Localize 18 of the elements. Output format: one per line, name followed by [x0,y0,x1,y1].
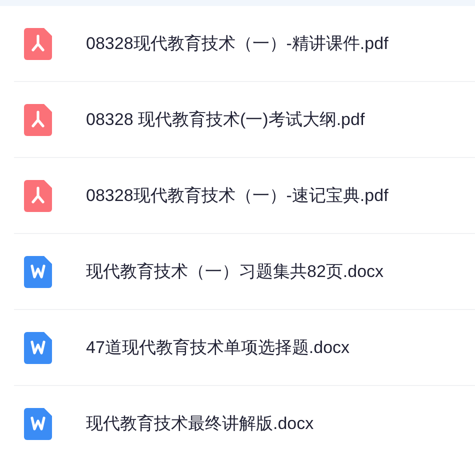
pdf-file-icon [24,104,52,136]
word-file-icon [24,256,52,288]
file-name: 47道现代教育技术单项选择题.docx [86,336,350,359]
pdf-file-icon [24,180,52,212]
file-row[interactable]: 08328现代教育技术（一）-速记宝典.pdf [14,158,475,234]
file-name: 08328 现代教育技术(一)考试大纲.pdf [86,108,365,131]
file-row[interactable]: 现代教育技术（一）习题集共82页.docx [14,234,475,310]
file-name: 现代教育技术（一）习题集共82页.docx [86,260,384,283]
word-file-icon [24,332,52,364]
word-file-icon [24,408,52,440]
file-name: 08328现代教育技术（一）-速记宝典.pdf [86,184,388,207]
file-row[interactable]: 08328现代教育技术（一）-精讲课件.pdf [14,6,475,82]
pdf-file-icon [24,28,52,60]
file-row[interactable]: 现代教育技术最终讲解版.docx [14,386,475,462]
file-name: 08328现代教育技术（一）-精讲课件.pdf [86,32,388,55]
file-row[interactable]: 47道现代教育技术单项选择题.docx [14,310,475,386]
file-name: 现代教育技术最终讲解版.docx [86,413,314,436]
file-row[interactable]: 08328 现代教育技术(一)考试大纲.pdf [14,82,475,158]
